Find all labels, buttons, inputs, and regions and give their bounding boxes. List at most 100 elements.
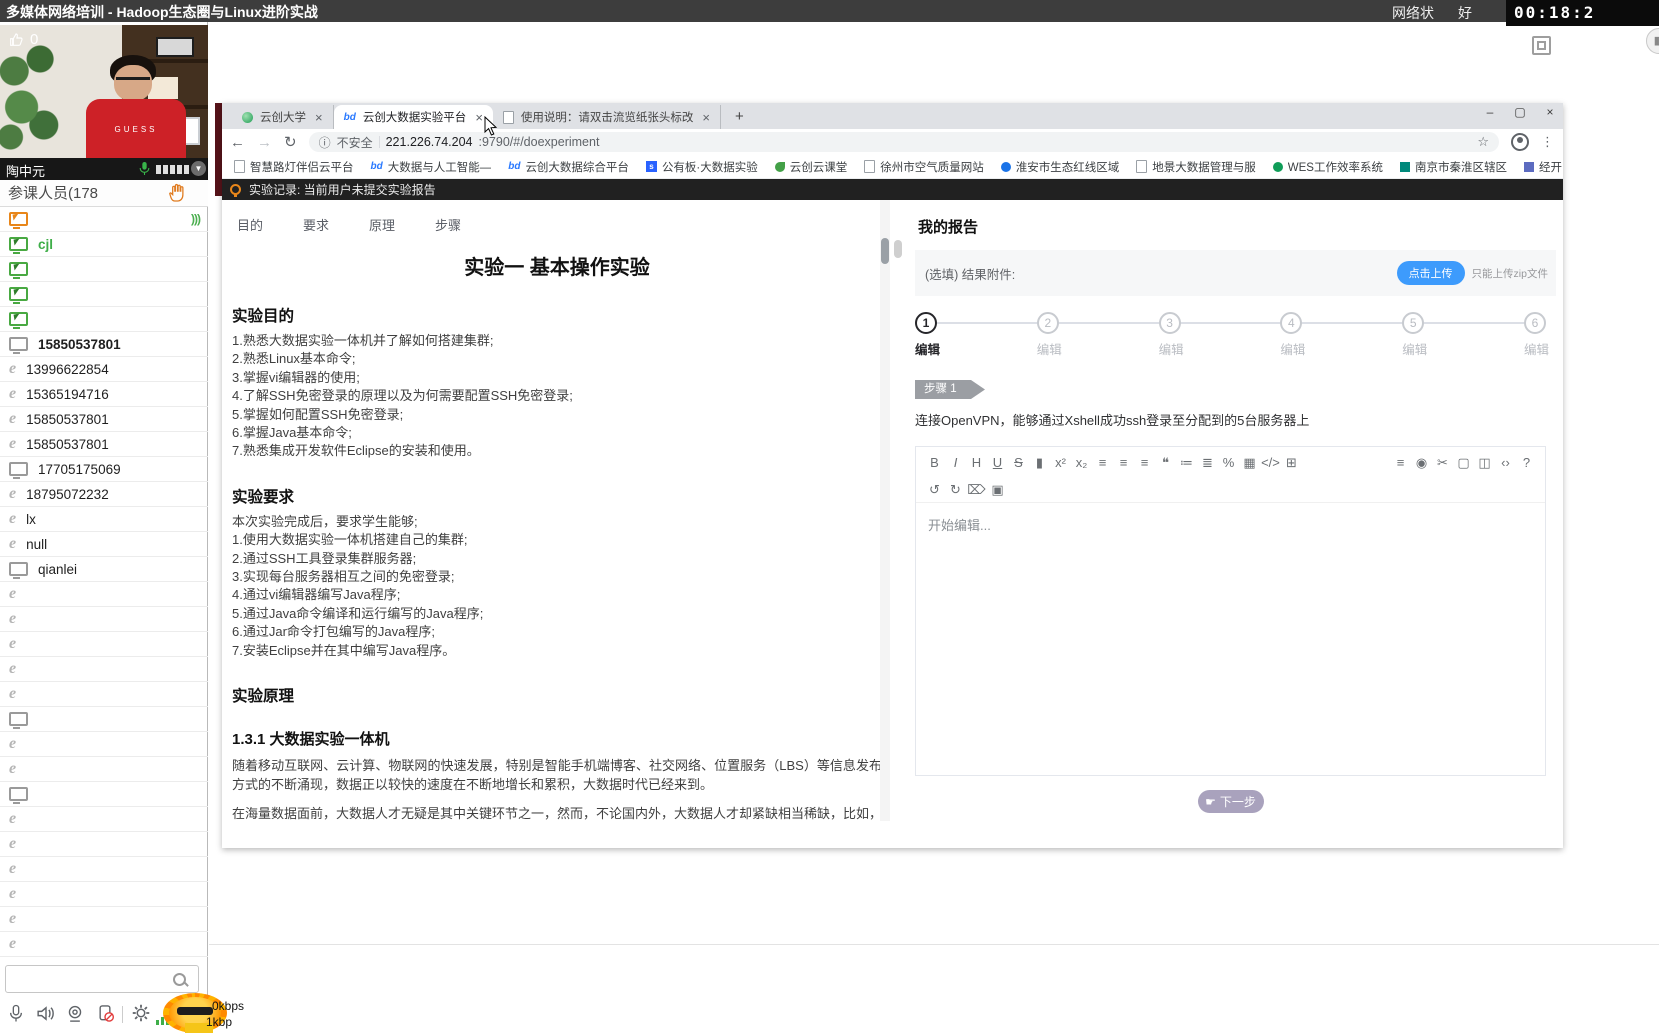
bookmark-item[interactable]: 云创云课堂 <box>775 159 848 175</box>
browser-tab[interactable]: 使用说明：请双击流览纸张头标改× <box>493 105 721 129</box>
help-icon[interactable]: ? <box>1516 453 1537 473</box>
mic-active-icon[interactable] <box>138 161 151 176</box>
doc-scroll-thumb[interactable] <box>881 238 889 264</box>
bookmark-item[interactable]: bd云创大数据综合平台 <box>508 159 629 175</box>
participant-row[interactable] <box>0 282 208 307</box>
bookmark-item[interactable]: 地景大数据管理与服 <box>1136 159 1256 175</box>
speaker-icon[interactable] <box>36 1004 56 1023</box>
side-panel-handle[interactable]: ◧ <box>1646 28 1659 54</box>
quote-icon[interactable]: ❝ <box>1155 453 1176 473</box>
stepper-step[interactable]: 4编辑 <box>1280 312 1302 358</box>
back-icon[interactable]: ← <box>230 134 245 151</box>
mark-icon[interactable]: ▮ <box>1029 453 1050 473</box>
close-icon[interactable]: × <box>1543 105 1557 119</box>
like-counter[interactable]: 0 <box>8 31 38 48</box>
participant-row[interactable]: e <box>0 632 208 657</box>
align-right-icon[interactable]: ≡ <box>1134 453 1155 473</box>
participant-row[interactable]: e <box>0 582 208 607</box>
participant-row[interactable]: e <box>0 932 208 957</box>
participant-row[interactable]: e18795072232 <box>0 482 208 507</box>
save-icon[interactable]: ▣ <box>987 480 1008 500</box>
browser-menu-icon[interactable]: ⋮ <box>1541 134 1555 150</box>
mic-icon[interactable] <box>8 1004 24 1023</box>
editor-placeholder[interactable]: 开始编辑... <box>928 515 1533 534</box>
stepper-step[interactable]: 6编辑 <box>1524 312 1546 358</box>
bookmark-item[interactable]: 经开区智慧环保平台 <box>1524 159 1563 175</box>
upload-button[interactable]: 点击上传 <box>1397 261 1465 285</box>
code-block-icon[interactable]: ‹› <box>1495 453 1516 473</box>
participant-row[interactable]: e <box>0 757 208 782</box>
doc-nav-item[interactable]: 原理 <box>369 215 395 234</box>
new-tab-button[interactable]: + <box>735 108 744 125</box>
tab-close-icon[interactable]: × <box>700 110 712 125</box>
doc-nav-item[interactable]: 要求 <box>303 215 329 234</box>
underline-icon[interactable]: U <box>987 453 1008 473</box>
doc-scrollbar[interactable] <box>880 200 890 821</box>
bookmark-item[interactable]: s公有板·大数据实验 <box>646 159 758 175</box>
participant-row[interactable]: e <box>0 907 208 932</box>
stepper-step[interactable]: 2编辑 <box>1037 312 1059 358</box>
bookmark-item[interactable]: 徐州市空气质量网站 <box>864 159 984 175</box>
redo-icon[interactable]: ↻ <box>945 480 966 500</box>
participant-row[interactable]: e <box>0 807 208 832</box>
profile-avatar[interactable] <box>1511 133 1529 151</box>
participant-row[interactable]: e <box>0 732 208 757</box>
webcam-icon[interactable] <box>66 1004 84 1023</box>
participant-row[interactable]: e <box>0 682 208 707</box>
browser-tab[interactable]: 云创大学× <box>232 105 334 129</box>
strikethrough-icon[interactable]: S <box>1008 453 1029 473</box>
forward-icon[interactable]: → <box>257 134 272 151</box>
participant-row[interactable]: e <box>0 857 208 882</box>
participant-row[interactable] <box>0 782 208 807</box>
participant-row[interactable]: cjl <box>0 232 208 257</box>
tab-close-icon[interactable]: × <box>313 110 325 125</box>
browser-tab[interactable]: bd云创大数据实验平台× <box>334 105 493 129</box>
participant-row[interactable]: e15365194716 <box>0 382 208 407</box>
trash-icon[interactable]: ⌦ <box>966 480 987 500</box>
scissors-icon[interactable]: ✂ <box>1432 453 1453 473</box>
unordered-list-icon[interactable]: ≣ <box>1197 453 1218 473</box>
participant-row[interactable]: e <box>0 882 208 907</box>
reload-icon[interactable]: ↻ <box>284 133 297 151</box>
fullscreen-icon[interactable] <box>1532 36 1551 55</box>
participant-row[interactable] <box>0 307 208 332</box>
table-icon[interactable]: ⊞ <box>1281 453 1302 473</box>
bookmark-item[interactable]: 智慧路灯伴侣云平台 <box>234 159 354 175</box>
chevron-down-icon[interactable]: ▼ <box>191 161 206 176</box>
bookmark-item[interactable]: 淮安市生态红线区域 <box>1001 159 1120 175</box>
minimize-icon[interactable]: – <box>1483 105 1497 119</box>
gear-icon[interactable] <box>132 1004 150 1022</box>
participant-row[interactable]: e13996622854 <box>0 357 208 382</box>
heading-icon[interactable]: H <box>966 453 987 473</box>
side-by-side-icon[interactable]: ◫ <box>1474 453 1495 473</box>
code-icon[interactable]: </> <box>1260 453 1281 473</box>
participant-row[interactable]: 17705175069 <box>0 457 208 482</box>
participant-row[interactable]: e15850537801 <box>0 432 208 457</box>
bookmark-item[interactable]: WES工作效率系统 <box>1273 159 1383 175</box>
preview-icon[interactable]: ◉ <box>1411 453 1432 473</box>
subscript-icon[interactable]: x₂ <box>1071 453 1092 473</box>
stepper-step[interactable]: 1编辑 <box>915 312 937 358</box>
participant-row[interactable]: enull <box>0 532 208 557</box>
participant-row[interactable]: e <box>0 832 208 857</box>
italic-icon[interactable]: I <box>945 453 966 473</box>
bookmark-star-icon[interactable]: ☆ <box>1477 134 1489 150</box>
participant-row[interactable]: elx <box>0 507 208 532</box>
participant-row[interactable]: ))) <box>0 207 208 232</box>
stepper-step[interactable]: 3编辑 <box>1159 312 1181 358</box>
next-step-button[interactable]: ☛ 下一步 <box>1198 790 1264 813</box>
link-icon[interactable]: % <box>1218 453 1239 473</box>
bookmark-item[interactable]: bd大数据与人工智能— <box>371 159 492 175</box>
participant-row[interactable]: e <box>0 607 208 632</box>
participants-search-input[interactable] <box>12 968 173 990</box>
fullscreen-icon[interactable]: ▢ <box>1453 453 1474 473</box>
ordered-list-icon[interactable]: ≔ <box>1176 453 1197 473</box>
participant-row[interactable] <box>0 257 208 282</box>
bold-icon[interactable]: B <box>924 453 945 473</box>
lines-icon[interactable]: ≡ <box>1390 453 1411 473</box>
participant-row[interactable]: qianlei <box>0 557 208 582</box>
image-icon[interactable]: ▦ <box>1239 453 1260 473</box>
phone-disabled-icon[interactable] <box>96 1004 114 1023</box>
stepper-step[interactable]: 5编辑 <box>1402 312 1424 358</box>
participant-row[interactable]: e15850537801 <box>0 407 208 432</box>
